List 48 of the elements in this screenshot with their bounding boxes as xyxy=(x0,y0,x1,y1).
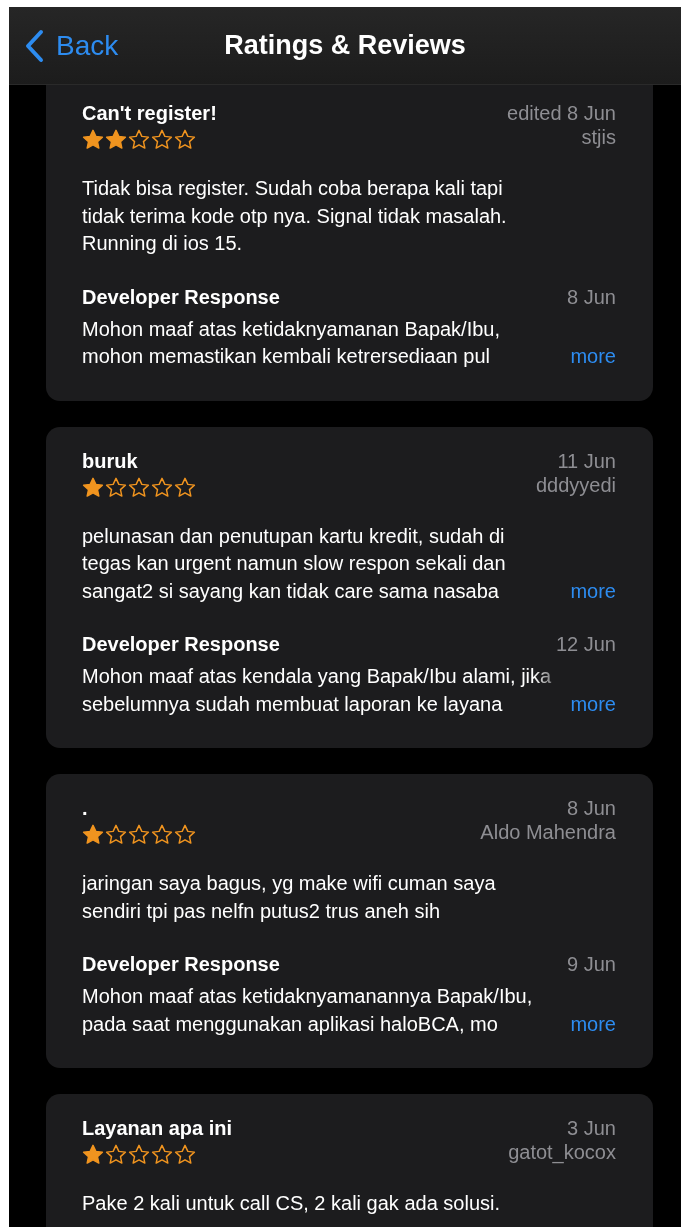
filled-star-icon xyxy=(82,824,104,845)
review-author: Aldo Mahendra xyxy=(480,821,616,844)
more-link[interactable]: more xyxy=(570,690,616,718)
review-title: Can't register! xyxy=(82,102,217,125)
review-date: 3 Jun xyxy=(567,1117,616,1140)
empty-star-icon xyxy=(151,1144,173,1165)
response-text: Mohon maaf atas ketidaknyamanannya Bapak/Ibu, pada saat menggunakan aplikasi haloBCA, mo xyxy=(82,984,534,1037)
empty-star-icon xyxy=(174,129,196,150)
review-author: dddyyedi xyxy=(535,473,616,497)
empty-star-icon xyxy=(174,1144,196,1165)
empty-star-icon xyxy=(151,476,173,498)
response-text: Mohon maaf atas kendala yang Bapak/Ibu alami, jika sebelumnya sudah membuat laporan ke layana xyxy=(82,664,553,717)
review-date: 11 Jun xyxy=(557,449,616,473)
more-link[interactable]: more xyxy=(570,343,616,371)
response-label: Developer Response xyxy=(82,953,280,976)
filled-star-icon xyxy=(82,129,104,150)
response-label: Developer Response xyxy=(82,285,280,309)
response-date: 8 Jun xyxy=(567,285,616,309)
response-text: Mohon maaf atas ketidaknyamanan Bapak/Ibu, mohon memastikan kembali ketrersediaan pul xyxy=(82,316,502,369)
review-text: pelunasan dan penutupan kartu kredit, sudah di tegas kan urgent namun slow respon sekali dan sangat2 si sayang kan tidak care sama nasaba xyxy=(82,523,507,604)
empty-star-icon xyxy=(128,1144,150,1165)
review-author: gatot_kocox xyxy=(508,1141,616,1164)
screen-title: Ratings & Reviews xyxy=(224,30,466,61)
empty-star-icon xyxy=(151,129,173,150)
back-button[interactable]: Back xyxy=(24,28,119,63)
review-title: Layanan apa ini xyxy=(82,1117,233,1140)
response-label: Developer Response xyxy=(82,633,280,656)
more-link[interactable]: more xyxy=(570,1010,616,1038)
empty-star-icon xyxy=(174,476,196,498)
review-title: buruk xyxy=(82,449,138,473)
review-author: stjis xyxy=(581,126,616,149)
empty-star-icon xyxy=(151,824,173,845)
review-title: . xyxy=(82,797,88,820)
response-date: 9 Jun xyxy=(567,953,616,976)
response-date: 12 Jun xyxy=(555,633,616,656)
empty-star-icon xyxy=(128,476,150,498)
filled-star-icon xyxy=(82,476,104,498)
review-date: edited 8 Jun xyxy=(507,102,616,125)
chevron-left-icon xyxy=(24,28,44,63)
review-date: 8 Jun xyxy=(567,797,616,820)
review-text: jaringan saya bagus, yg make wifi cuman saya sendiri tpi pas nelfn putus2 trus aneh sih xyxy=(82,871,497,924)
review-text: Tidak bisa register. Sudah coba berapa kali tapi tidak terima kode otp nya. Signal tidak masalah. Running di ios 15. xyxy=(82,176,508,256)
more-link[interactable]: more xyxy=(570,577,616,605)
filled-star-icon xyxy=(105,129,127,150)
empty-star-icon xyxy=(128,824,150,845)
review-text: Pake 2 kali untuk call CS, 2 kali gak ada solusi. xyxy=(82,1191,501,1216)
empty-star-icon xyxy=(174,824,196,845)
filled-star-icon xyxy=(82,1144,104,1165)
